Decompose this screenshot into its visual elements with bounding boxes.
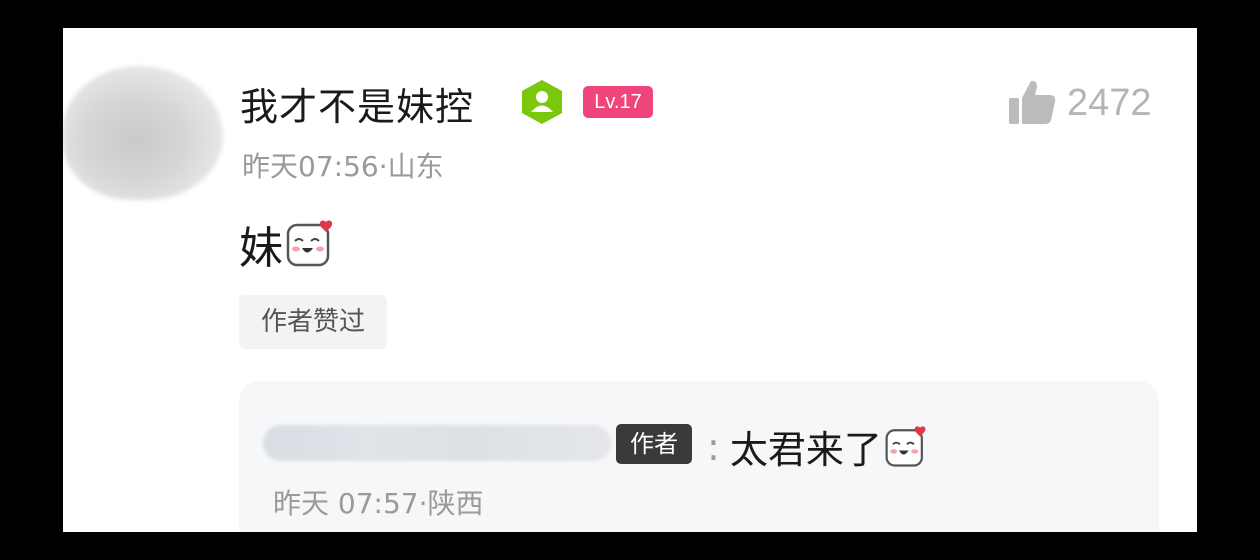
reply-username[interactable]	[263, 425, 611, 461]
thumbs-up-icon	[1009, 80, 1056, 124]
reply-colon: :	[707, 424, 720, 469]
reply-box[interactable]: 作者 : 太君来了 昨天 07:57·陕西	[239, 381, 1159, 532]
reply-time: 昨天 07:57	[273, 487, 419, 520]
meta-separator: ·	[378, 150, 388, 183]
avatar[interactable]	[63, 66, 223, 200]
comment-card: 我才不是妹控 Lv.17 昨天07:56·山东 2472 妹 作者赞过 作者:…	[63, 28, 1197, 532]
author-liked-tag: 作者赞过	[239, 295, 387, 349]
post-meta: 昨天07:56·山东	[242, 145, 444, 185]
post-location: 山东	[387, 150, 444, 183]
level-badge: Lv.17	[583, 86, 653, 118]
like-count: 2472	[1067, 81, 1152, 124]
like-button[interactable]: 2472	[1007, 78, 1152, 128]
post-time: 昨天07:56	[242, 150, 379, 183]
reply-location: 陕西	[427, 487, 484, 520]
reply-body: 太君来了	[729, 428, 882, 472]
reply-meta: 昨天 07:57·陕西	[273, 482, 484, 522]
meta-separator: ·	[418, 487, 428, 520]
blush-face-emoji	[286, 220, 333, 267]
comment-body: 妹	[239, 223, 283, 274]
username[interactable]: 我才不是妹控	[240, 76, 474, 131]
user-verified-icon	[522, 80, 562, 124]
author-tag: 作者	[616, 424, 692, 464]
comment-text: 妹	[239, 212, 335, 276]
blush-face-emoji	[885, 425, 926, 467]
reply-text: : 太君来了	[707, 419, 928, 474]
